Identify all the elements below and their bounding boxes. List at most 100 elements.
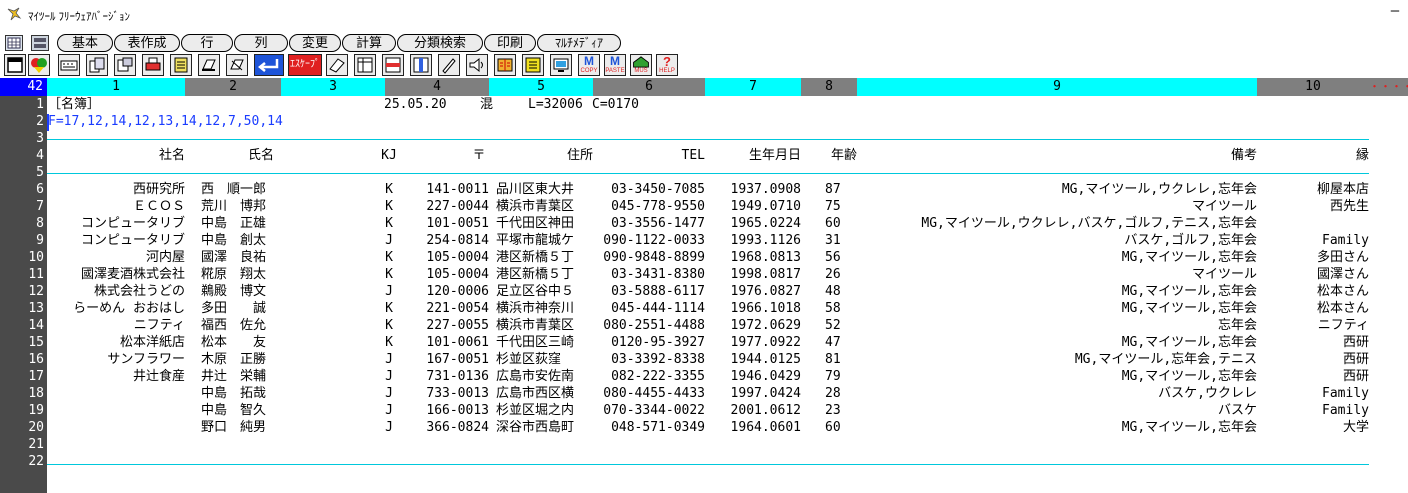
tel-cell[interactable]: 03-5888-6117 [611, 283, 705, 300]
tel-cell[interactable]: 082-222-3355 [611, 368, 705, 385]
column-header[interactable]: 縁 [1356, 147, 1369, 164]
address-cell[interactable]: 港区新橋５丁 [496, 249, 574, 266]
table-icon[interactable] [354, 54, 376, 76]
birthday-cell[interactable]: 2001.0612 [731, 402, 801, 419]
notes-cell[interactable]: マイツール [1192, 266, 1257, 283]
person-cell[interactable]: 鵜殿 博文 [201, 283, 266, 300]
address-cell[interactable]: 横浜市青葉区 [496, 317, 574, 334]
address-cell[interactable]: 横浜市青葉区 [496, 198, 574, 215]
ruler-col-10[interactable]: 10 [1257, 78, 1369, 96]
notes-cell[interactable]: 忘年会 [1218, 317, 1257, 334]
table-row[interactable]: らーめん おおはし 多田 誠 K 221-0054 横浜市神奈川 045-444-1114… [47, 300, 1408, 317]
row-number[interactable]: 9 [0, 232, 44, 249]
menu-basic[interactable]: 基本 [57, 34, 113, 52]
kj-cell[interactable]: J [349, 385, 429, 402]
birthday-cell[interactable]: 1976.0827 [731, 283, 801, 300]
address-cell[interactable]: 港区新橋５丁 [496, 266, 574, 283]
age-cell[interactable]: 52 [825, 317, 841, 334]
kj-cell[interactable]: K [349, 300, 429, 317]
company-cell[interactable]: 松本洋紙店 [120, 334, 185, 351]
ruler-col-3[interactable]: 3 [281, 78, 385, 96]
relation-cell[interactable]: 柳屋本店 [1317, 181, 1369, 198]
relation-cell[interactable]: 大学 [1343, 419, 1369, 436]
grid-view-icon[interactable] [5, 35, 23, 51]
company-cell[interactable]: サンフラワー [107, 351, 185, 368]
row-number[interactable]: 18 [0, 385, 44, 402]
notes-cell[interactable]: MG,マイツール,忘年会,テニス [1075, 351, 1257, 368]
postal-cell[interactable]: 366-0824 [426, 419, 489, 436]
tel-cell[interactable]: 048-571-0349 [611, 419, 705, 436]
notes-cell[interactable]: MG,マイツール,忘年会 [1122, 300, 1257, 317]
tel-cell[interactable]: 0120-95-3927 [611, 334, 705, 351]
company-cell[interactable]: コンピュータリブ [81, 232, 185, 249]
person-cell[interactable]: 荒川 博邦 [201, 198, 266, 215]
table-row[interactable]: 國澤麦酒株式会社 糀原 翔太 K 105-0004 港区新橋５丁 03-3431-8380… [47, 266, 1408, 283]
tel-cell[interactable]: 080-4455-4433 [603, 385, 705, 402]
age-cell[interactable]: 26 [825, 266, 841, 283]
tel-cell[interactable]: 080-2551-4488 [603, 317, 705, 334]
notes-cell[interactable]: MG,マイツール,忘年会 [1122, 283, 1257, 300]
menu-row[interactable]: 行 [181, 34, 233, 52]
notes-cell[interactable]: バスケ [1218, 402, 1257, 419]
postal-cell[interactable]: 227-0044 [426, 198, 489, 215]
tel-cell[interactable]: 045-444-1114 [611, 300, 705, 317]
row-number[interactable]: 21 [0, 436, 44, 453]
format-line[interactable]: F=17,12,14,12,13,14,12,7,50,14 [48, 113, 283, 130]
birthday-cell[interactable]: 1937.0908 [731, 181, 801, 198]
company-cell[interactable]: 國澤麦酒株式会社 [81, 266, 185, 283]
row-number[interactable]: 7 [0, 198, 44, 215]
age-cell[interactable]: 28 [825, 385, 841, 402]
memo-icon[interactable] [522, 54, 544, 76]
row-number[interactable]: 15 [0, 334, 44, 351]
kj-cell[interactable]: K [349, 317, 429, 334]
tel-cell[interactable]: 090-1122-0033 [603, 232, 705, 249]
address-cell[interactable]: 品川区東大井 [496, 181, 574, 198]
relation-cell[interactable]: 松本さん [1317, 283, 1369, 300]
row-number[interactable]: 1 [0, 96, 44, 113]
column-header[interactable]: 生年月日 [749, 147, 801, 164]
age-cell[interactable]: 48 [825, 283, 841, 300]
person-cell[interactable]: 西 順一郎 [201, 181, 266, 198]
column-header[interactable]: TEL [682, 147, 705, 164]
ruler-col-2[interactable]: 2 [185, 78, 281, 96]
menu-classify-search[interactable]: 分類検索 [397, 34, 483, 52]
row-number[interactable]: 2 [0, 113, 44, 130]
birthday-cell[interactable]: 1965.0224 [731, 215, 801, 232]
keyboard-icon[interactable] [58, 54, 80, 76]
ruler-corner[interactable]: 42 [0, 78, 47, 96]
paste-button[interactable]: M PASTE [604, 54, 626, 76]
kj-cell[interactable]: K [349, 266, 429, 283]
address-cell[interactable]: 平塚市龍城ケ [496, 232, 574, 249]
notes-cell[interactable]: バスケ,ウクレレ [1158, 385, 1257, 402]
table-row[interactable]: 西研究所西 順一郎 K 141-0011 品川区東大井 03-3450-7085 1937… [47, 181, 1408, 198]
age-cell[interactable]: 79 [825, 368, 841, 385]
company-cell[interactable]: 株式会社うどの [94, 283, 185, 300]
table-row[interactable]: コンピュータリブ 中島 創太 J 254-0814 平塚市龍城ケ 090-1122-003… [47, 232, 1408, 249]
relation-cell[interactable]: 松本さん [1317, 300, 1369, 317]
notes-cell[interactable]: MG,マイツール,ウクレレ,バスケ,ゴルフ,テニス,忘年会 [921, 215, 1257, 232]
relation-cell[interactable]: 西研 [1343, 368, 1369, 385]
enter-icon[interactable] [254, 54, 284, 76]
age-cell[interactable]: 75 [825, 198, 841, 215]
age-cell[interactable]: 81 [825, 351, 841, 368]
row-number[interactable]: 3 [0, 130, 44, 147]
row-number[interactable]: 22 [0, 453, 44, 470]
eraser-icon[interactable] [326, 54, 348, 76]
escape-button[interactable]: ｴｽｹｰﾌﾟ [288, 54, 322, 76]
column-header[interactable]: 〒 [439, 147, 519, 164]
table-row[interactable]: ＥＣＯＳ 荒川 博邦 K 227-0044 横浜市青葉区 045-778-9550 1949… [47, 198, 1408, 215]
person-cell[interactable]: 松本 友 [201, 334, 266, 351]
birthday-cell[interactable]: 1966.1018 [731, 300, 801, 317]
kj-cell[interactable]: J [349, 368, 429, 385]
table-row[interactable]: 中島 智久 J 166-0013 杉並区堀之内 070-3344-0022 2001.06… [47, 402, 1408, 419]
copy-doc-icon[interactable] [86, 54, 108, 76]
row-number[interactable]: 11 [0, 266, 44, 283]
insert-row-icon[interactable] [382, 54, 404, 76]
age-cell[interactable]: 87 [825, 181, 841, 198]
row-number[interactable]: 14 [0, 317, 44, 334]
age-cell[interactable]: 60 [825, 419, 841, 436]
birthday-cell[interactable]: 1972.0629 [731, 317, 801, 334]
relation-cell[interactable]: 多田さん [1317, 249, 1369, 266]
column-header[interactable]: 住所 [567, 147, 593, 164]
tel-cell[interactable]: 045-778-9550 [611, 198, 705, 215]
